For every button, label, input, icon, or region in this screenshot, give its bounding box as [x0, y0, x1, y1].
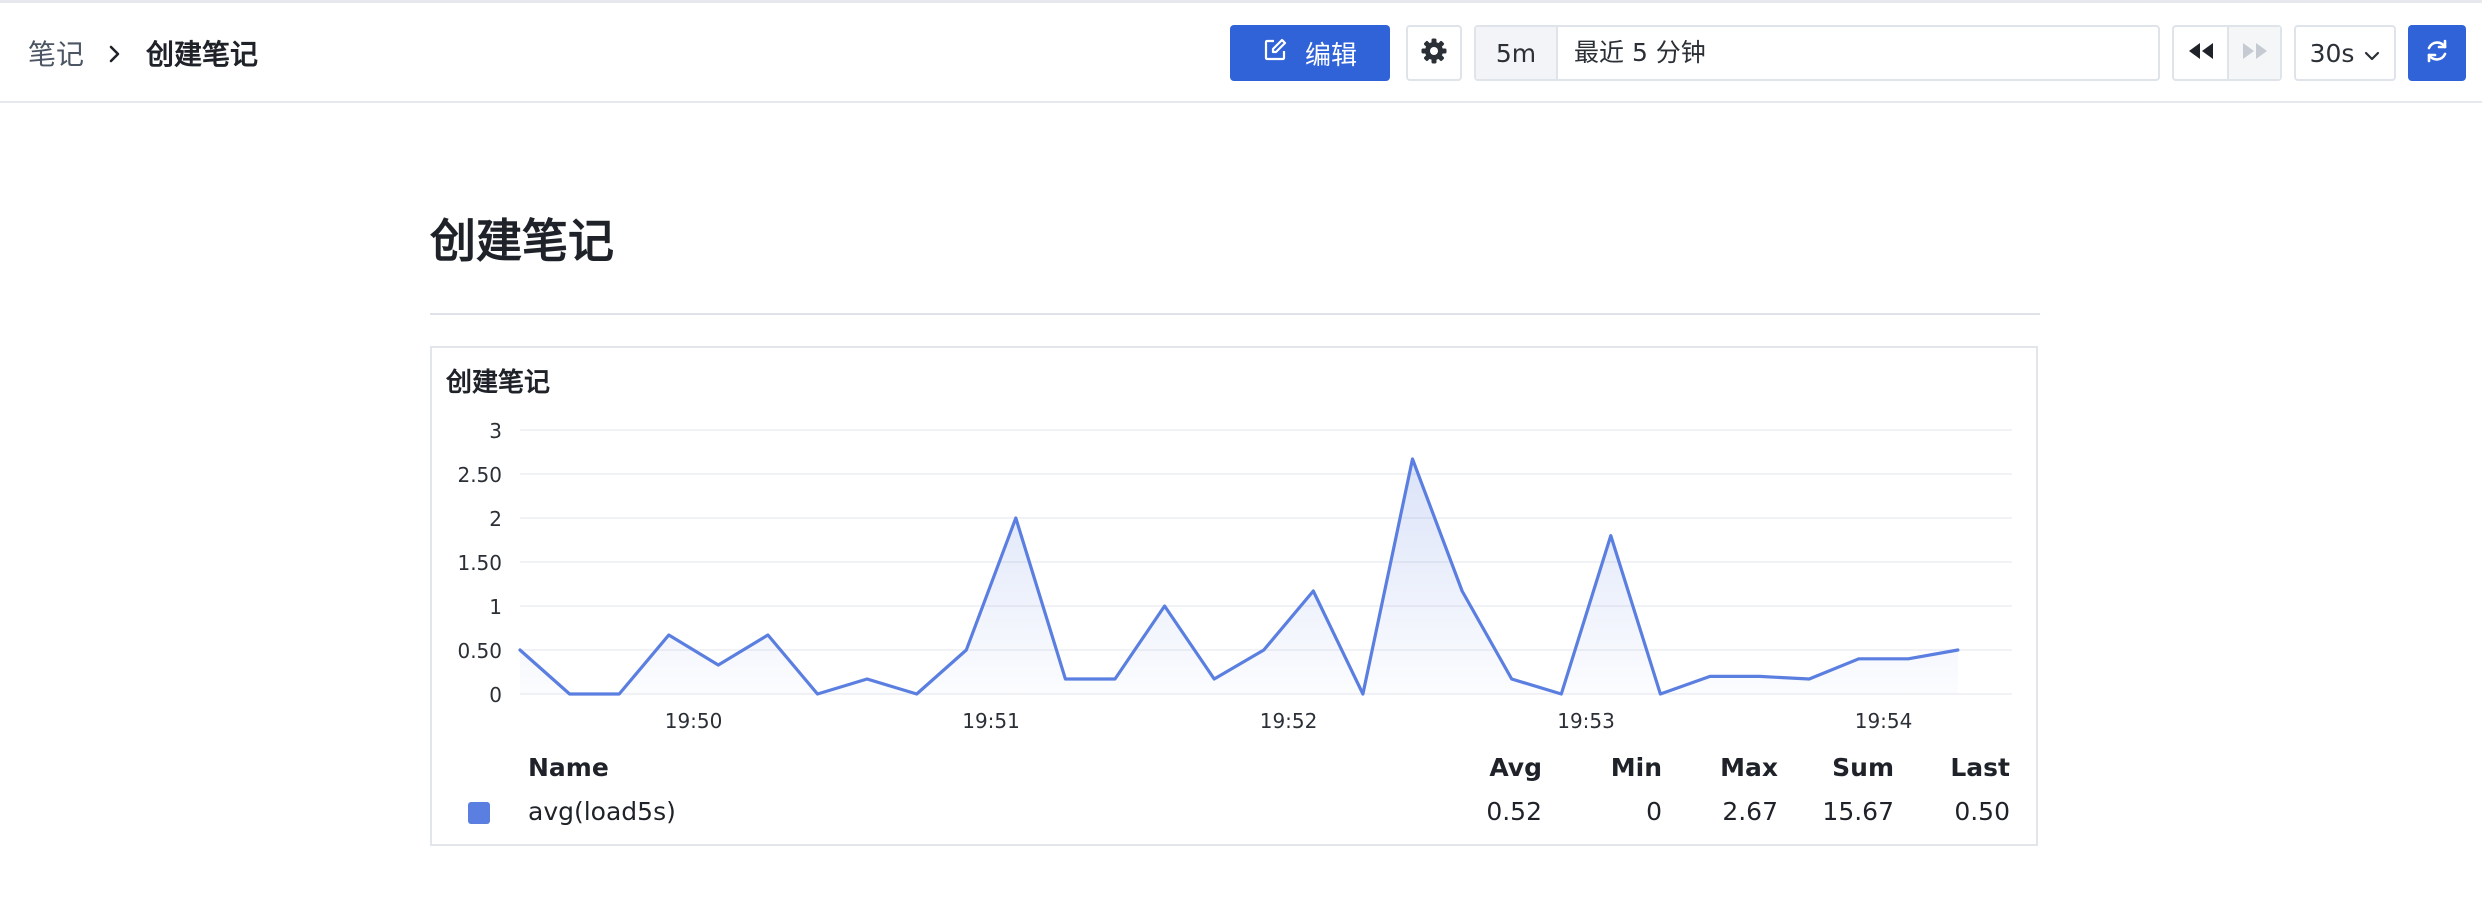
refresh-interval-value: 30s — [2309, 38, 2355, 68]
legend-series-min: 0 — [1646, 797, 1662, 826]
x-axis-ticks: 19:50 19:51 19:52 19:53 19:54 — [665, 709, 1913, 733]
legend-header-name: Name — [528, 753, 609, 782]
settings-button[interactable] — [1406, 25, 1462, 81]
refresh-interval-select[interactable]: 30s — [2294, 25, 2396, 81]
y-axis-ticks: 0 0.50 1 1.50 2 2.50 3 — [457, 419, 502, 707]
shift-back-button[interactable] — [2174, 27, 2229, 79]
y-tick-label: 0 — [489, 683, 502, 707]
breadcrumb-current: 创建笔记 — [146, 38, 259, 71]
edit-button[interactable]: 编辑 — [1230, 25, 1390, 81]
refresh-icon — [2424, 38, 2450, 68]
edit-icon — [1263, 38, 1287, 69]
y-tick-label: 2.50 — [457, 463, 502, 487]
series-area — [520, 459, 1958, 694]
legend-header-avg: Avg — [1489, 753, 1542, 782]
time-range-short[interactable]: 5m — [1476, 27, 1558, 79]
time-shift-controls — [2172, 25, 2282, 81]
legend-series-swatch[interactable] — [468, 802, 490, 824]
legend-series-max: 2.67 — [1722, 797, 1778, 826]
y-tick-label: 2 — [489, 507, 502, 531]
time-range-picker[interactable]: 5m 最近 5 分钟 — [1474, 25, 2160, 81]
title-divider — [430, 313, 2040, 315]
breadcrumb-root[interactable]: 笔记 — [28, 37, 84, 73]
x-tick-label: 19:52 — [1260, 709, 1318, 733]
legend-series-name[interactable]: avg(load5s) — [528, 796, 676, 828]
fast-forward-icon — [2241, 41, 2269, 65]
y-tick-label: 1 — [489, 595, 502, 619]
shift-forward-button[interactable] — [2229, 27, 2280, 79]
chart-panel: 创建笔记 0 0.50 1 1.50 2 2.50 3 19:50 19:51 19:52 19:… — [430, 346, 2038, 846]
chevron-down-icon — [2364, 39, 2380, 68]
legend-series-sum: 15.67 — [1822, 797, 1894, 826]
refresh-button[interactable] — [2408, 25, 2466, 81]
rewind-icon — [2187, 41, 2215, 65]
legend-series-last: 0.50 — [1954, 797, 2010, 826]
legend-header-last: Last — [1950, 753, 2010, 782]
y-tick-label: 3 — [489, 419, 502, 443]
legend-header-min: Min — [1610, 753, 1662, 782]
x-tick-label: 19:51 — [962, 709, 1020, 733]
y-tick-label: 1.50 — [457, 551, 502, 575]
top-toolbar: 笔记 创建笔记 编辑 5m 最近 5 分钟 30s — [0, 3, 2482, 103]
legend-header-max: Max — [1720, 753, 1778, 782]
legend-header-sum: Sum — [1832, 753, 1894, 782]
breadcrumb-separator-icon — [104, 39, 126, 78]
edit-button-label: 编辑 — [1304, 40, 1357, 71]
gear-icon — [1420, 37, 1448, 69]
legend-series-avg: 0.52 — [1486, 797, 1542, 826]
x-tick-label: 19:53 — [1557, 709, 1615, 733]
x-tick-label: 19:54 — [1855, 709, 1913, 733]
x-tick-label: 19:50 — [665, 709, 723, 733]
page-title: 创建笔记 — [430, 214, 614, 268]
y-tick-label: 0.50 — [457, 639, 502, 663]
series-avg-load5s — [518, 457, 1960, 696]
line-chart: 00.5011.5022.503 19:50 19:51 19:52 19:53 19:… — [457, 419, 2012, 733]
time-range-label: 最近 5 分钟 — [1574, 38, 1706, 67]
